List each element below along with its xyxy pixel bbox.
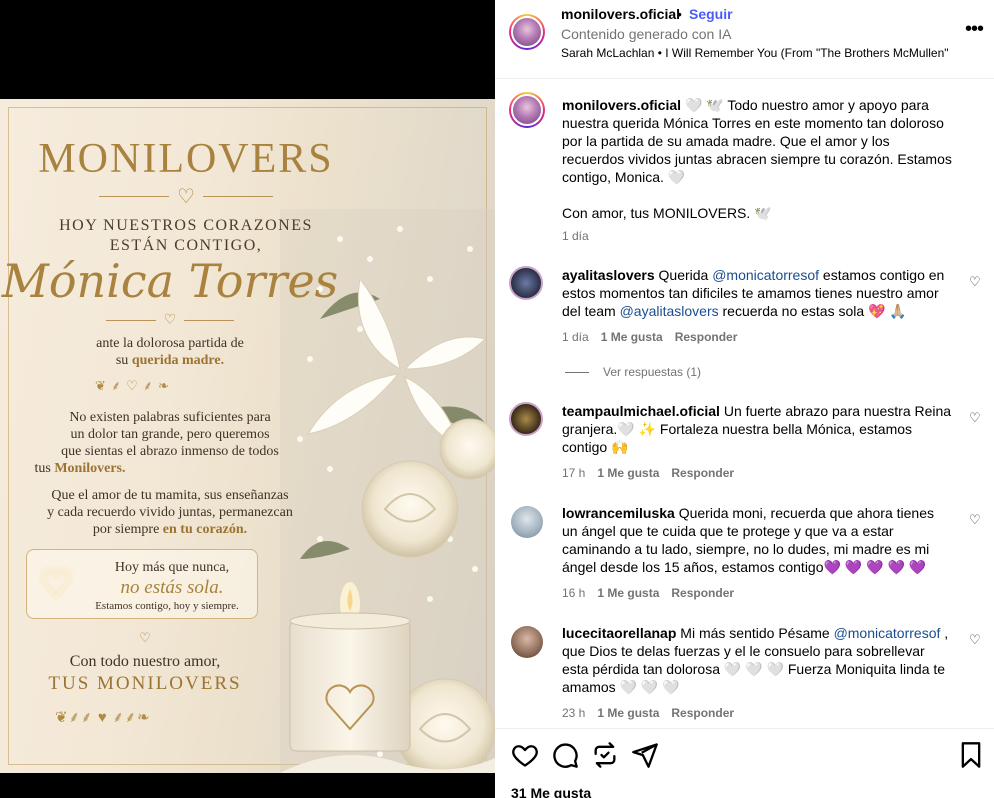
avatar[interactable] <box>509 92 545 128</box>
comment-username[interactable]: lucecitaorellanap <box>562 625 676 641</box>
poster-name: Mónica Torres <box>1 254 339 308</box>
avatar[interactable] <box>509 266 543 300</box>
poster-p1-l2: un dolor tan grande, pero queremos <box>70 427 270 442</box>
box-line-3: Estamos contigo, hoy y siempre. <box>95 600 239 612</box>
caption-time[interactable]: 1 día <box>562 229 589 243</box>
tribute-poster-image: MONILOVERS ♡ HOY NUESTROS CORAZONES ESTÁ… <box>0 99 495 773</box>
caption-signoff: Con amor, tus MONILOVERS. 🕊️ <box>562 205 772 221</box>
reply-button[interactable]: Responder <box>675 330 738 344</box>
poster-p2-l3: por siempre en tu corazón. <box>92 522 248 537</box>
like-comment-icon[interactable]: ♡ <box>969 632 981 648</box>
more-options-icon[interactable]: ••• <box>965 18 984 41</box>
divider-heart: ♡ <box>0 184 372 209</box>
post-side-panel: monilovers.oficial • Seguir Contenido ge… <box>495 0 994 798</box>
replies-line <box>565 371 589 373</box>
mention-link[interactable]: @monicatorresof <box>712 267 819 283</box>
avatar[interactable] <box>509 402 543 436</box>
comment-text: teampaulmichael.oficial Un fuerte abrazo… <box>562 402 952 456</box>
poster-sub-1: ante la dolorosa partida de <box>96 336 244 351</box>
like-comment-icon[interactable]: ♡ <box>969 410 981 426</box>
comment-body: recuerda no estas sola 💖 🙏🏼 <box>718 303 907 319</box>
caption-meta: 1 día <box>562 229 589 243</box>
comment-bubble-icon[interactable] <box>551 741 579 769</box>
comment-likes[interactable]: 1 Me gusta <box>601 330 663 344</box>
comment-body: Mi más sentido Pésame <box>676 625 834 641</box>
poster-brand-title: MONILOVERS <box>38 136 334 182</box>
box-line-2: no estás sola. <box>120 577 224 598</box>
save-bookmark-icon[interactable] <box>957 741 985 769</box>
comment-time[interactable]: 1 día <box>562 330 589 344</box>
comment-time[interactable]: 23 h <box>562 706 585 720</box>
glowing-heart-icon: ♡ <box>39 564 74 606</box>
post-media[interactable]: MONILOVERS ♡ HOY NUESTROS CORAZONES ESTÁ… <box>0 0 495 798</box>
poster-p2-l1: Que el amor de tu mamita, sus enseñanzas <box>51 488 289 503</box>
view-replies[interactable]: Ver respuestas (1) <box>565 365 701 379</box>
comment-text: lowrancemiluska Querida moni, recuerda q… <box>562 504 952 576</box>
mention-link[interactable]: @ayalitaslovers <box>620 303 719 319</box>
poster-text: MONILOVERS ♡ HOY NUESTROS CORAZONES ESTÁ… <box>0 99 339 773</box>
comment-time[interactable]: 16 h <box>562 586 585 600</box>
comment-likes[interactable]: 1 Me gusta <box>597 586 659 600</box>
poster-line-1: HOY NUESTROS CORAZONES <box>59 217 313 234</box>
comment-username[interactable]: teampaulmichael.oficial <box>562 403 720 419</box>
divider-heart-small: ♡ <box>0 312 340 329</box>
divider-heart-bottom: ♡ <box>0 630 290 646</box>
poster-sub-2: su querida madre. <box>115 353 225 368</box>
poster-p1-l4: tus Monilovers. <box>34 461 126 476</box>
comment-meta: 17 h 1 Me gusta Responder <box>562 466 734 480</box>
reply-button[interactable]: Responder <box>671 466 734 480</box>
poster-line-2: ESTÁN CONTIGO, <box>109 237 263 254</box>
audio-track[interactable]: Sarah McLachlan • I Will Remember You (F… <box>561 46 949 60</box>
heart-icon: ♡ <box>139 630 151 645</box>
like-comment-icon[interactable]: ♡ <box>969 512 981 528</box>
comment-text: lucecitaorellanap Mi más sentido Pésame … <box>562 624 952 696</box>
view-replies-label[interactable]: Ver respuestas (1) <box>603 365 701 379</box>
separator-dot: • <box>677 6 682 22</box>
heart-icon: ♡ <box>163 313 177 328</box>
poster-p2-l2: y cada recuerdo vivido juntas, permanezc… <box>47 505 293 520</box>
poster-p1-l1: No existen palabras suficientes para <box>69 410 271 425</box>
heart-icon: ♡ <box>177 186 195 208</box>
post-header: monilovers.oficial • Seguir Contenido ge… <box>495 0 994 79</box>
comment-meta: 1 día 1 Me gusta Responder <box>562 330 737 344</box>
like-comment-icon[interactable]: ♡ <box>969 274 981 290</box>
laurel-divider: ❦ ⸙ ♡ ⸙ ❧ <box>95 378 170 393</box>
poster-message-box: ♡ Hoy más que nunca, no estás sola. Esta… <box>26 549 258 619</box>
likes-count[interactable]: 31 Me gusta <box>511 785 591 798</box>
poster-closing-2: TUS MONILOVERS <box>48 673 242 694</box>
repost-icon[interactable] <box>591 741 619 769</box>
reply-button[interactable]: Responder <box>671 586 734 600</box>
comment-text: ayalitaslovers Querida @monicatorresof e… <box>562 266 952 320</box>
comment-likes[interactable]: 1 Me gusta <box>597 466 659 480</box>
caption-username[interactable]: monilovers.oficial <box>562 97 681 113</box>
header-username[interactable]: monilovers.oficial <box>561 6 680 22</box>
reply-button[interactable]: Responder <box>671 706 734 720</box>
follow-button[interactable]: Seguir <box>689 6 733 22</box>
mention-link[interactable]: @monicatorresof <box>834 625 941 641</box>
ai-content-label[interactable]: Contenido generado con IA <box>561 26 731 42</box>
avatar[interactable] <box>511 626 543 658</box>
poster-p1-l3: que sientas el abrazo inmenso de todos <box>61 444 279 459</box>
box-line-1: Hoy más que nunca, <box>114 560 230 575</box>
caption-text: monilovers.oficial 🤍 🕊️ Todo nuestro amo… <box>562 96 952 186</box>
comment-body: Querida <box>654 267 713 283</box>
poster-closing-1: Con todo nuestro amor, <box>69 653 221 670</box>
laurel-divider-bottom: ❦⸙⸙ ♥ ⸙⸙❧ <box>55 710 151 726</box>
like-heart-icon[interactable] <box>511 741 539 769</box>
avatar[interactable] <box>511 506 543 538</box>
comment-likes[interactable]: 1 Me gusta <box>597 706 659 720</box>
action-bar: 31 Me gusta <box>495 728 994 798</box>
share-send-icon[interactable] <box>631 741 659 769</box>
comment-username[interactable]: lowrancemiluska <box>562 505 675 521</box>
comment-meta: 16 h 1 Me gusta Responder <box>562 586 734 600</box>
comment-username[interactable]: ayalitaslovers <box>562 267 655 283</box>
comment-time[interactable]: 17 h <box>562 466 585 480</box>
avatar[interactable] <box>509 14 545 50</box>
comment-meta: 23 h 1 Me gusta Responder <box>562 706 734 720</box>
